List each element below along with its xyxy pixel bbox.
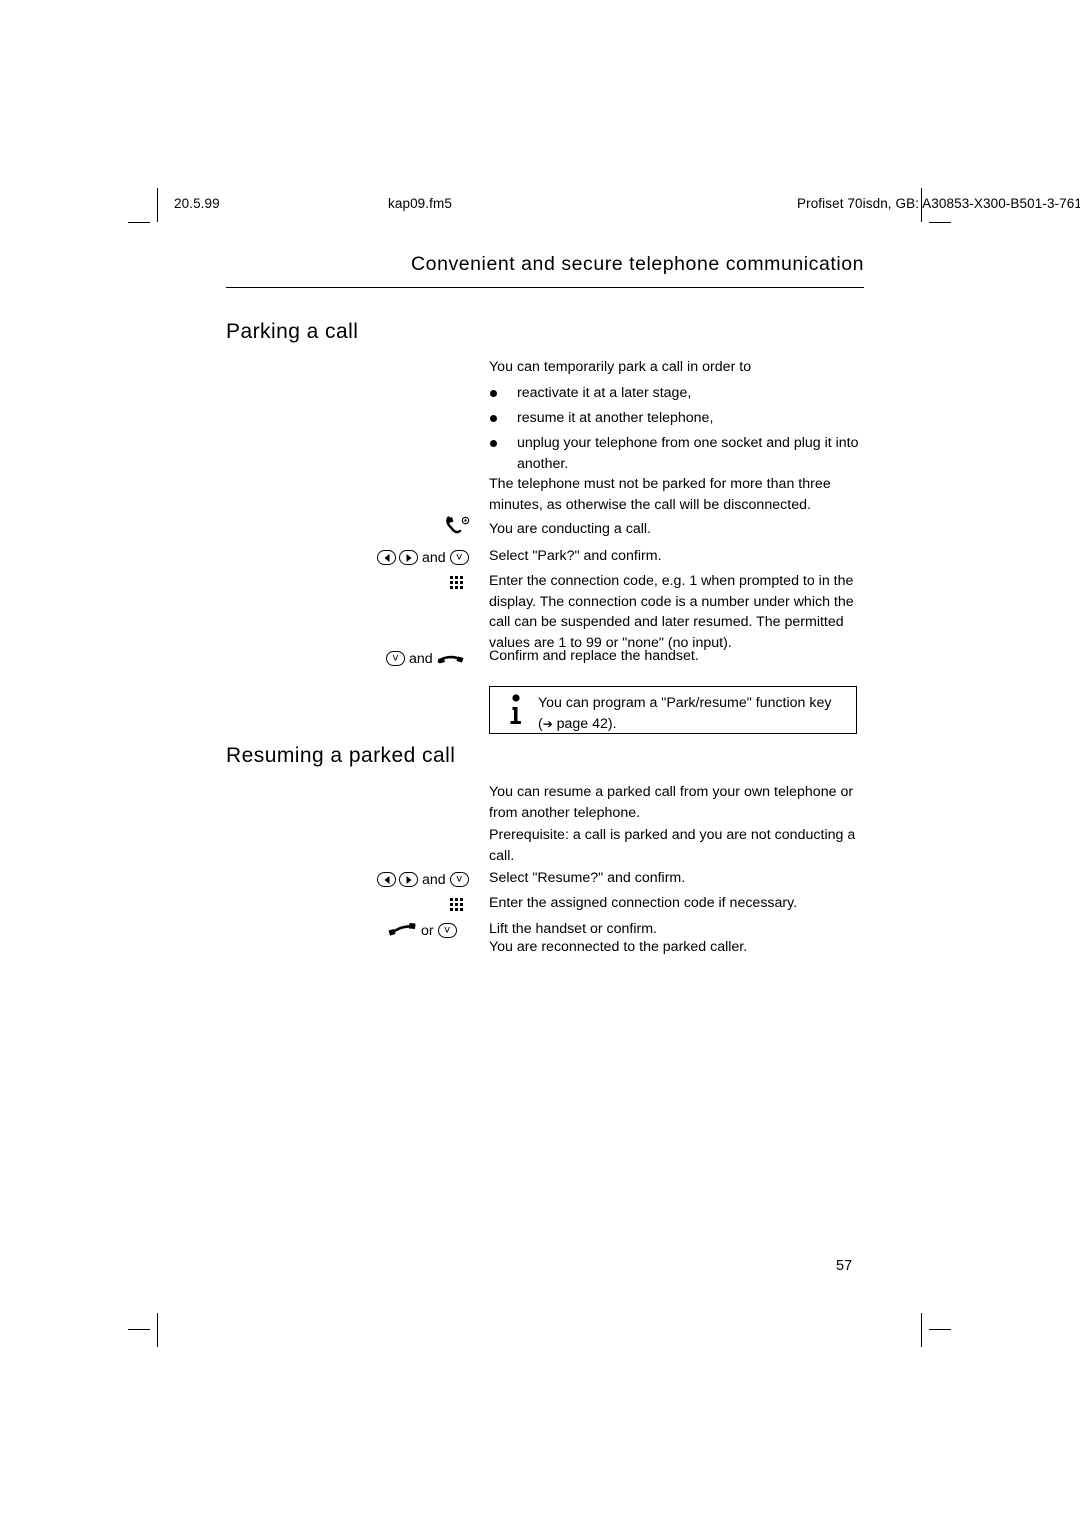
step-icon-keypad-2 bbox=[450, 896, 490, 916]
right-arrow-key-icon[interactable] bbox=[399, 550, 418, 565]
step-text-select-park: Select "Park?" and confirm. bbox=[489, 548, 662, 564]
arrow-right-icon: ➔ bbox=[542, 716, 557, 731]
section-heading-resuming: Resuming a parked call bbox=[226, 744, 456, 767]
lift-handset-icon bbox=[388, 923, 416, 936]
and-label-1: and bbox=[422, 550, 446, 566]
step-icon-arrowkeys-confirm-2: and v bbox=[377, 870, 485, 890]
and-label-2: and bbox=[409, 651, 433, 667]
chapter-title: Convenient and secure telephone communic… bbox=[411, 253, 864, 275]
header-rule bbox=[226, 287, 864, 289]
step-text-conducting-call: You are conducting a call. bbox=[489, 521, 651, 537]
step-icon-keypad-1 bbox=[450, 574, 490, 594]
list-item-label: reactivate it at a later stage, bbox=[517, 385, 692, 401]
page-number: 57 bbox=[836, 1258, 853, 1274]
keypad-icon[interactable] bbox=[450, 898, 464, 913]
tip-text-wrapper: You can program a "Park/resume" function… bbox=[538, 693, 850, 734]
or-label: or bbox=[421, 923, 434, 939]
parking-bullet-list: reactivate it at a later stage, resume i… bbox=[489, 383, 869, 479]
resuming-paragraph-1: You can resume a parked call from your o… bbox=[489, 784, 854, 821]
header-filename: kap09.fm5 bbox=[388, 196, 452, 211]
crop-mark-right-dash-bottom bbox=[929, 1329, 951, 1330]
left-arrow-key-icon[interactable] bbox=[377, 872, 396, 887]
right-arrow-key-icon[interactable] bbox=[399, 872, 418, 887]
tip-box: You can program a "Park/resume" function… bbox=[489, 686, 857, 734]
bullet-icon bbox=[490, 440, 497, 447]
resuming-paragraph-2: Prerequisite: a call is parked and you a… bbox=[489, 827, 856, 864]
step-icon-lift-handset-or-confirm: or v bbox=[387, 921, 487, 941]
step-text-enter-connection-code: Enter the connection code, e.g. 1 when p… bbox=[489, 573, 854, 651]
crop-mark-left-dash bbox=[128, 222, 150, 223]
confirm-key-icon[interactable]: v bbox=[449, 550, 469, 565]
left-arrow-key-icon[interactable] bbox=[377, 550, 396, 565]
bullet-icon bbox=[490, 390, 497, 397]
running-header: 20.5.99 kap09.fm5 Profiset 70isdn, GB: A… bbox=[140, 196, 1080, 216]
list-item: resume it at another telephone, bbox=[489, 408, 869, 429]
confirm-key-icon[interactable]: v bbox=[386, 651, 405, 666]
section-heading-parking: Parking a call bbox=[226, 320, 359, 343]
handset-dot-icon bbox=[446, 516, 470, 534]
info-icon bbox=[504, 693, 528, 729]
tip-reference: page 42 bbox=[556, 715, 608, 732]
header-document-id: Profiset 70isdn, GB: A30853-X300-B501-3-… bbox=[797, 196, 1080, 211]
step-icon-handset-dot bbox=[445, 516, 485, 537]
replace-handset-icon bbox=[437, 655, 464, 664]
step-text-select-resume: Select "Resume?" and confirm. bbox=[489, 870, 686, 886]
crop-mark-right-bottom bbox=[921, 1313, 922, 1347]
list-item-label: unplug your telephone from one socket an… bbox=[517, 435, 859, 472]
confirm-key-icon[interactable]: v bbox=[449, 872, 469, 887]
tip-ref-suffix: ). bbox=[607, 715, 617, 732]
header-date: 20.5.99 bbox=[174, 196, 220, 211]
step-text-enter-assigned-code: Enter the assigned connection code if ne… bbox=[489, 895, 798, 911]
step-icon-confirm-replace-handset: v and bbox=[386, 649, 486, 669]
list-item: unplug your telephone from one socket an… bbox=[489, 433, 869, 474]
parking-intro: You can temporarily park a call in order… bbox=[489, 359, 752, 375]
crop-mark-left-bottom bbox=[157, 1313, 158, 1347]
confirm-key-icon[interactable]: v bbox=[437, 923, 457, 938]
crop-mark-right-dash bbox=[929, 222, 951, 223]
resuming-closing-text: You are reconnected to the parked caller… bbox=[489, 939, 748, 955]
crop-mark-left-dash-bottom bbox=[128, 1329, 150, 1330]
tip-text: You can program a "Park/resume" function… bbox=[538, 695, 832, 711]
parking-warning-paragraph: The telephone must not be parked for mor… bbox=[489, 476, 831, 513]
bullet-icon bbox=[490, 415, 497, 422]
step-icon-arrowkeys-confirm: and v bbox=[377, 548, 485, 568]
document-page: 20.5.99 kap09.fm5 Profiset 70isdn, GB: A… bbox=[0, 0, 1080, 1528]
step-text-confirm-replace: Confirm and replace the handset. bbox=[489, 648, 699, 664]
list-item: reactivate it at a later stage, bbox=[489, 383, 869, 404]
and-label-3: and bbox=[422, 872, 446, 888]
keypad-icon[interactable] bbox=[450, 576, 464, 591]
list-item-label: resume it at another telephone, bbox=[517, 410, 714, 426]
